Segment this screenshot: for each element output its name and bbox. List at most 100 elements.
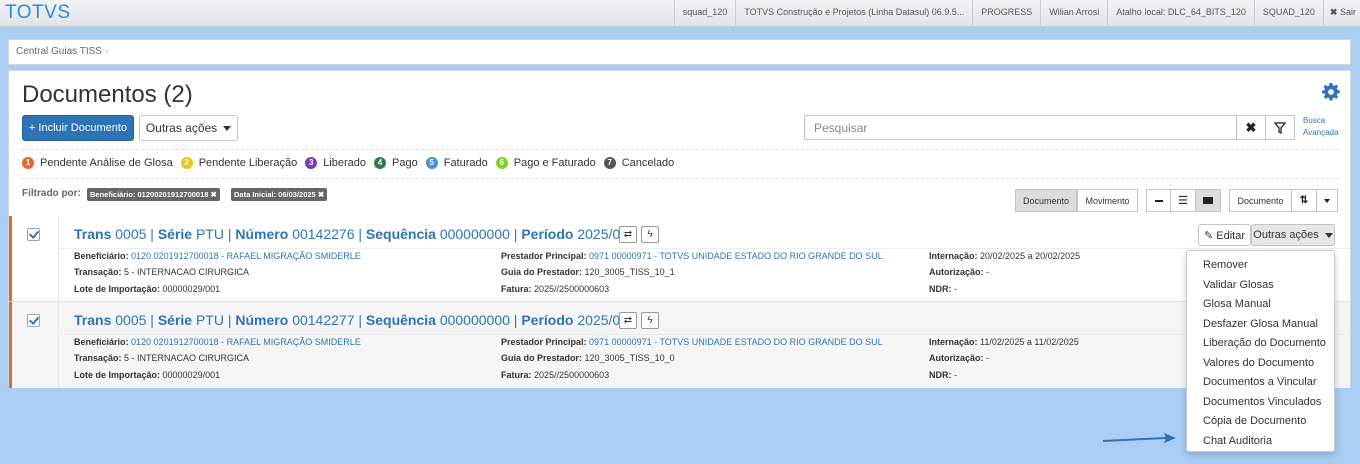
menu-item-copy-document[interactable]: Cópia de Documento xyxy=(1187,412,1334,432)
list-icon: ☰ xyxy=(1178,195,1188,207)
row-other-actions-button[interactable]: Outras ações xyxy=(1251,224,1335,246)
table-row[interactable]: Trans 0005 | Série PTU | Número 00142277… xyxy=(9,302,1350,388)
status-accent xyxy=(9,216,12,301)
field-hospitalization: Internação: 11/02/2025 a 11/02/2025 xyxy=(929,337,1079,347)
other-actions-button[interactable]: Outras ações xyxy=(139,115,238,141)
legend-item[interactable]: 3 Liberado xyxy=(305,157,366,169)
legend-item[interactable]: 7 Cancelado xyxy=(603,157,674,169)
breadcrumb-item[interactable]: Central Guias TISS xyxy=(16,46,102,57)
row-actions-menu: Remover Validar Glosas Glosa Manual Desf… xyxy=(1186,250,1335,452)
beneficiary-link[interactable]: 0120 0201912700018 - RAFAEL MIGRAÇÃO SMI… xyxy=(131,337,361,347)
row-divider xyxy=(58,248,1350,249)
edit-button[interactable]: ✎ Editar xyxy=(1198,224,1251,246)
view-documento-button[interactable]: Documento xyxy=(1015,189,1077,212)
status-dot: 5 xyxy=(425,157,438,169)
sort-direction-button[interactable]: ⇅ xyxy=(1291,189,1317,212)
field-transaction: Transação: 5 - INTERNACAO CIRURGICA xyxy=(74,267,250,277)
status-accent xyxy=(9,302,12,388)
field-invoice: Fatura: 2025//2500000603 xyxy=(501,284,610,294)
status-dot: 6 xyxy=(495,157,508,169)
status-dot: 3 xyxy=(305,157,318,169)
exchange-icon[interactable]: ⇄ xyxy=(619,312,637,329)
sort-field-button[interactable]: Documento xyxy=(1229,189,1292,212)
bolt-icon[interactable]: ϟ xyxy=(641,312,659,329)
field-provider-guide: Guia do Prestador: 120_3005_TISS_10_0 xyxy=(501,353,675,363)
status-dot: 1 xyxy=(22,157,34,169)
topnav-squad[interactable]: squad_120 xyxy=(673,0,736,27)
divider xyxy=(21,149,1339,150)
filter-tag-date[interactable]: Data Inicial: 06/03/2025 ✖ xyxy=(231,188,328,201)
caret-down-icon xyxy=(223,126,232,132)
top-bar: TOTVS squad_120 TOTVS Construção e Proje… xyxy=(0,0,1360,27)
status-dot: 2 xyxy=(180,157,193,169)
status-dot: 7 xyxy=(603,157,616,169)
field-beneficiary: Beneficiário: 0120 0201912700018 - RAFAE… xyxy=(74,251,361,261)
topnav-progress[interactable]: PROGRESS xyxy=(972,0,1040,27)
row-title[interactable]: Trans 0005 | Série PTU | Número 00142276… xyxy=(74,226,636,242)
exchange-icon[interactable]: ⇄ xyxy=(619,226,637,243)
exit-button[interactable]: ✖ Sair xyxy=(1322,0,1360,27)
beneficiary-link[interactable]: 0120 0201912700018 - RAFAEL MIGRAÇÃO SMI… xyxy=(131,251,361,261)
topnav-company[interactable]: TOTVS Construção e Projetos (Linha Datas… xyxy=(735,0,972,27)
field-hospitalization: Internação: 20/02/2025 a 20/02/2025 xyxy=(929,251,1081,261)
arrow-right-icon xyxy=(1102,433,1176,443)
field-provider-guide: Guia do Prestador: 120_3005_TISS_10_1 xyxy=(501,267,675,277)
legend-item[interactable]: 4 Pago xyxy=(374,157,418,169)
top-nav: squad_120 TOTVS Construção e Projetos (L… xyxy=(673,0,1360,27)
legend-item[interactable]: 6 Pago e Faturado xyxy=(495,157,596,169)
close-icon: ✖ xyxy=(1329,7,1338,17)
topnav-env[interactable]: SQUAD_120 xyxy=(1253,0,1323,27)
list-view-button[interactable]: ☰ xyxy=(1170,189,1196,212)
menu-item-release-document[interactable]: Liberação do Documento xyxy=(1187,334,1334,354)
view-movimento-button[interactable]: Movimento xyxy=(1077,189,1138,212)
caret-down-icon xyxy=(1324,232,1333,238)
clear-search-button[interactable]: ✖ xyxy=(1236,115,1266,140)
row-divider xyxy=(58,302,59,388)
row-checkbox[interactable] xyxy=(27,228,40,241)
gear-icon[interactable] xyxy=(1322,83,1340,101)
menu-item-validate-glosas[interactable]: Validar Glosas xyxy=(1187,276,1334,296)
filter-button[interactable] xyxy=(1265,115,1295,140)
provider-link[interactable]: 0971 00000971 - TOTVS UNIDADE ESTADO DO … xyxy=(589,337,883,347)
collapse-view-button[interactable] xyxy=(1146,189,1171,212)
add-document-button[interactable]: + Incluir Documento xyxy=(22,115,134,141)
row-checkbox[interactable] xyxy=(27,314,40,327)
table-row[interactable]: Trans 0005 | Série PTU | Número 00142276… xyxy=(9,216,1350,302)
status-dot: 4 xyxy=(374,157,387,169)
minus-icon xyxy=(1154,199,1163,202)
legend-item[interactable]: 2 Pendente Liberação xyxy=(180,157,297,169)
close-icon[interactable]: ✖ xyxy=(318,190,324,199)
advanced-search-link[interactable]: Busca Avançada xyxy=(1303,115,1338,139)
field-beneficiary: Beneficiário: 0120 0201912700018 - RAFAE… xyxy=(74,337,361,347)
sort-icon: ⇅ xyxy=(1299,195,1309,206)
field-provider: Prestador Principal: 0971 00000971 - TOT… xyxy=(501,251,883,261)
legend-item[interactable]: 5 Faturado xyxy=(425,157,488,169)
filter-tag-beneficiary[interactable]: Beneficiário: 01200201912700018 ✖ xyxy=(87,188,220,201)
close-icon: ✖ xyxy=(1245,119,1257,135)
sort-dropdown-button[interactable] xyxy=(1316,189,1338,212)
menu-item-remove[interactable]: Remover xyxy=(1187,256,1334,276)
close-icon[interactable]: ✖ xyxy=(211,190,217,199)
menu-item-manual-glosa[interactable]: Glosa Manual xyxy=(1187,295,1334,315)
topnav-user[interactable]: Wilian Arrosi xyxy=(1040,0,1107,27)
field-import-lot: Lote de Importação: 00000029/001 xyxy=(74,284,221,294)
field-transaction: Transação: 5 - INTERNACAO CIRURGICA xyxy=(74,353,250,363)
provider-link[interactable]: 0971 00000971 - TOTVS UNIDADE ESTADO DO … xyxy=(589,251,883,261)
legend-item[interactable]: 1 Pendente Análise de Glosa xyxy=(22,157,173,169)
breadcrumb: Central Guias TISS › xyxy=(8,39,1351,65)
menu-item-documents-to-link[interactable]: Documentos a Vincular xyxy=(1187,373,1334,393)
status-legend: 1 Pendente Análise de Glosa 2 Pendente Lib… xyxy=(22,157,682,169)
block-icon xyxy=(1203,197,1213,204)
page-title: Documentos (2) xyxy=(22,81,193,108)
chevron-right-icon: › xyxy=(104,46,109,57)
search-input[interactable] xyxy=(804,115,1237,140)
topnav-shortcut[interactable]: Atalho local: DLC_64_BITS_120 xyxy=(1107,0,1254,27)
menu-item-linked-documents[interactable]: Documentos Vinculados xyxy=(1187,393,1334,413)
row-title[interactable]: Trans 0005 | Série PTU | Número 00142277… xyxy=(74,312,636,328)
bolt-icon[interactable]: ϟ xyxy=(641,226,659,243)
expanded-view-button[interactable] xyxy=(1195,189,1221,212)
brand-logo[interactable]: TOTVS xyxy=(5,2,71,24)
menu-item-chat-audit[interactable]: Chat Auditoria xyxy=(1187,432,1334,452)
menu-item-undo-manual-glosa[interactable]: Desfazer Glosa Manual xyxy=(1187,315,1334,335)
menu-item-document-values[interactable]: Valores do Documento xyxy=(1187,354,1334,374)
